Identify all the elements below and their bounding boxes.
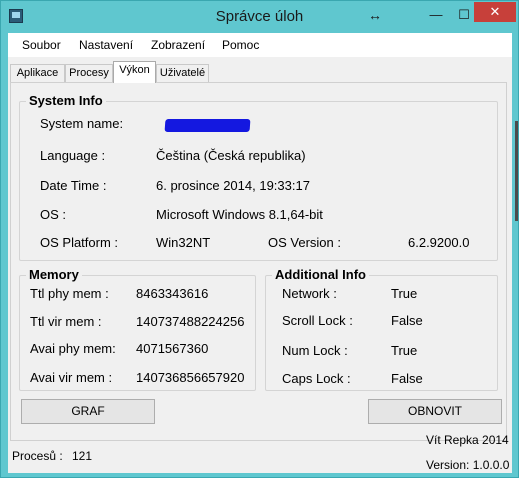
tab-uzivatele[interactable]: Uživatelé xyxy=(156,64,209,83)
tab-procesy[interactable]: Procesy xyxy=(65,64,113,83)
avai-vir-mem-label: Avai vir mem : xyxy=(30,370,113,385)
ttl-vir-mem-label: Ttl vir mem : xyxy=(30,314,102,329)
window-edge xyxy=(515,121,518,221)
caps-lock-value: False xyxy=(391,371,423,386)
os-value: Microsoft Windows 8.1,64-bit xyxy=(156,207,323,222)
version-label: Version: 1.0.0.0 xyxy=(426,458,510,472)
menu-zobrazeni[interactable]: Zobrazení xyxy=(151,38,205,52)
client-area: Soubor Nastavení Zobrazení Pomoc Aplikac… xyxy=(8,33,512,473)
num-lock-value: True xyxy=(391,343,418,358)
scroll-lock-value: False xyxy=(391,313,423,328)
resize-icon[interactable]: ↔ xyxy=(361,5,389,25)
close-button[interactable]: ✕ xyxy=(474,2,516,22)
graf-button[interactable]: GRAF xyxy=(21,399,155,424)
avai-phy-mem-value: 4071567360 xyxy=(136,341,209,356)
title-bar[interactable]: Správce úloh ↔ — ☐ ✕ xyxy=(1,1,518,33)
language-label: Language : xyxy=(40,148,106,163)
memory-group: Memory Ttl phy mem : 8463343616 Ttl vir … xyxy=(19,267,256,391)
datetime-value: 6. prosince 2014, 19:33:17 xyxy=(156,178,310,193)
system-name-redacted xyxy=(164,119,251,132)
os-version-value: 6.2.9200.0 xyxy=(408,235,470,250)
num-lock-label: Num Lock : xyxy=(282,343,348,358)
memory-title: Memory xyxy=(26,267,82,282)
ttl-vir-mem-value: 140737488224256 xyxy=(136,314,245,329)
avai-vir-mem-value: 140736856657920 xyxy=(136,370,245,385)
language-value: Čeština (Česká republika) xyxy=(156,148,306,163)
additional-info-group: Additional Info Network : True Scroll Lo… xyxy=(265,267,498,391)
network-label: Network : xyxy=(282,286,337,301)
processes-count: 121 xyxy=(72,449,93,463)
os-label: OS : xyxy=(40,207,67,222)
task-manager-window: Správce úloh ↔ — ☐ ✕ Soubor Nastavení Zo… xyxy=(0,0,519,478)
obnovit-button[interactable]: OBNOVIT xyxy=(368,399,502,424)
os-platform-value: Win32NT xyxy=(156,235,211,250)
system-info-title: System Info xyxy=(26,93,106,108)
os-platform-label: OS Platform : xyxy=(40,235,119,250)
ttl-phy-mem-label: Ttl phy mem : xyxy=(30,286,109,301)
menu-soubor[interactable]: Soubor xyxy=(22,38,61,52)
minimize-button[interactable]: — xyxy=(422,5,450,25)
network-value: True xyxy=(391,286,418,301)
scroll-lock-label: Scroll Lock : xyxy=(282,313,353,328)
system-name-label: System name: xyxy=(40,116,124,131)
additional-info-title: Additional Info xyxy=(272,267,369,282)
system-info-group: System Info System name: Language : Češt… xyxy=(19,93,498,261)
performance-panel: System Info System name: Language : Češt… xyxy=(10,82,507,441)
os-version-label: OS Version : xyxy=(268,235,341,250)
menu-bar: Soubor Nastavení Zobrazení Pomoc xyxy=(8,33,512,57)
menu-pomoc[interactable]: Pomoc xyxy=(222,38,259,52)
avai-phy-mem-label: Avai phy mem: xyxy=(30,341,116,356)
ttl-phy-mem-value: 8463343616 xyxy=(136,286,209,301)
tab-vykon[interactable]: Výkon xyxy=(113,61,156,83)
tab-aplikace[interactable]: Aplikace xyxy=(10,64,65,83)
caps-lock-label: Caps Lock : xyxy=(282,371,351,386)
menu-nastaveni[interactable]: Nastavení xyxy=(79,38,133,52)
datetime-label: Date Time : xyxy=(40,178,107,193)
tab-strip: Aplikace Procesy Výkon Uživatelé xyxy=(8,61,512,83)
processes-label: Procesů : xyxy=(12,449,63,463)
author-label: Vít Repka 2014 xyxy=(426,433,509,447)
